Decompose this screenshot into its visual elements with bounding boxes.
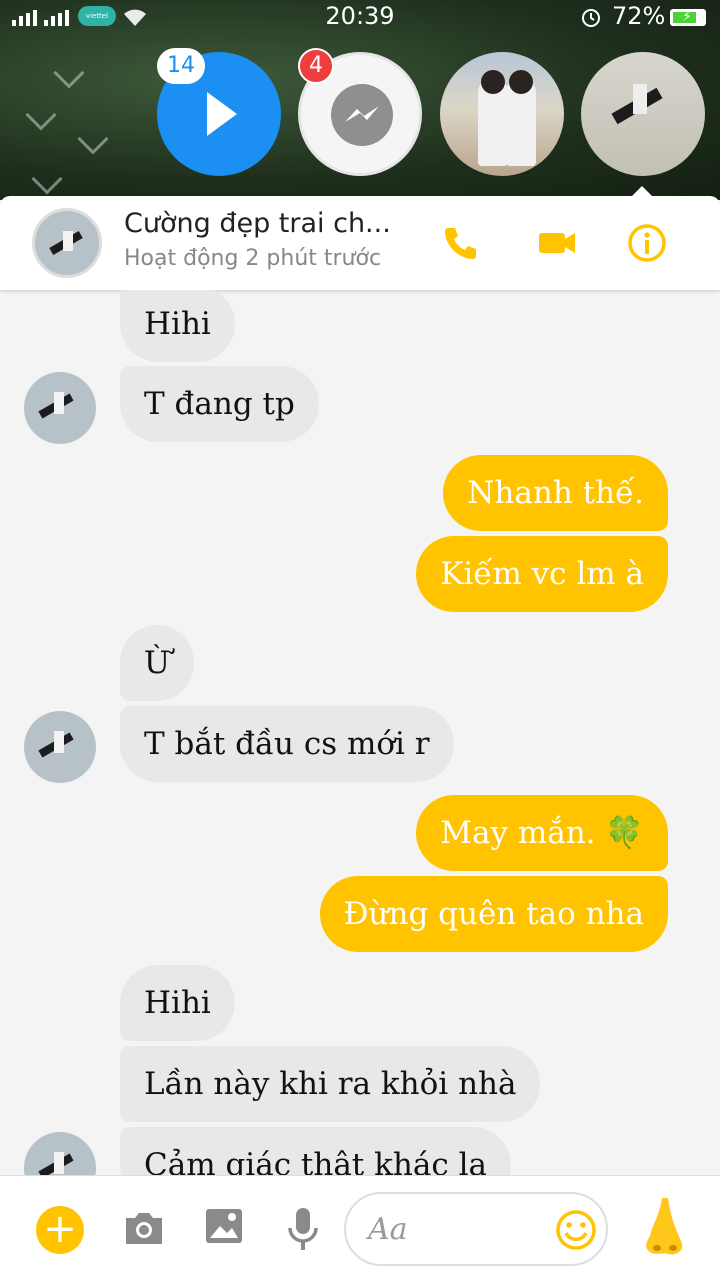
- message-input-placeholder: Aa: [368, 1212, 408, 1247]
- contact-chat-head[interactable]: [581, 52, 705, 176]
- incoming-message[interactable]: Ừ: [120, 625, 195, 701]
- info-icon[interactable]: [626, 222, 668, 264]
- friend-photo-chat-head[interactable]: [440, 52, 564, 176]
- status-bar: viettel 20:39 72% ⚡: [0, 0, 720, 34]
- alarm-icon: [582, 9, 600, 27]
- sender-avatar[interactable]: [24, 711, 96, 783]
- messenger-count-badge: 4: [298, 48, 334, 84]
- heart-decoration: [25, 99, 57, 131]
- outgoing-message[interactable]: Nhanh thế.: [443, 455, 668, 531]
- incoming-message[interactable]: Hihi: [120, 290, 235, 362]
- conversation-header: Cường đẹp trai ch... Hoạt động 2 phút tr…: [0, 196, 720, 290]
- message-composer: + Aa: [0, 1175, 720, 1280]
- incoming-message[interactable]: Lần này khi ra khỏi nhà: [120, 1046, 541, 1122]
- video-count-badge: 14: [157, 48, 205, 84]
- camera-icon[interactable]: [122, 1206, 166, 1250]
- incoming-message[interactable]: T bắt đầu cs mới r: [120, 706, 454, 782]
- charging-icon: ⚡: [682, 9, 692, 25]
- smiley-icon[interactable]: [554, 1208, 598, 1252]
- image-icon[interactable]: [204, 1206, 244, 1246]
- sender-avatar[interactable]: [24, 372, 96, 444]
- microphone-icon[interactable]: [286, 1206, 320, 1252]
- messenger-icon: [331, 84, 393, 146]
- battery-percent: 72%: [612, 2, 666, 30]
- contact-status: Hoạt động 2 phút trước: [124, 246, 382, 271]
- contact-name[interactable]: Cường đẹp trai ch...: [124, 208, 391, 239]
- battery-icon: ⚡: [670, 9, 706, 26]
- heart-decoration: [53, 57, 85, 89]
- video-camera-icon[interactable]: [536, 222, 578, 264]
- message-list[interactable]: Hihi T đang tp Nhanh thế. Kiếm vc lm à Ừ…: [0, 290, 720, 1175]
- outgoing-message[interactable]: Kiếm vc lm à: [416, 536, 668, 612]
- outgoing-message[interactable]: Đừng quên tao nha: [319, 876, 668, 952]
- contact-avatar[interactable]: [32, 208, 102, 278]
- phone-icon[interactable]: [440, 222, 482, 264]
- incoming-message[interactable]: Hihi: [120, 965, 235, 1041]
- sender-avatar[interactable]: [24, 1132, 96, 1175]
- incoming-message[interactable]: Cảm giác thật khác lạ: [120, 1127, 511, 1175]
- play-icon: [207, 92, 237, 136]
- incoming-message[interactable]: T đang tp: [120, 366, 319, 442]
- heart-decoration: [77, 123, 109, 155]
- nose-emoji-icon[interactable]: [640, 1196, 688, 1260]
- plus-icon[interactable]: +: [36, 1206, 84, 1254]
- heart-decoration: [31, 163, 63, 195]
- message-input[interactable]: Aa: [344, 1192, 608, 1266]
- outgoing-message[interactable]: May mắn. 🍀: [416, 795, 668, 871]
